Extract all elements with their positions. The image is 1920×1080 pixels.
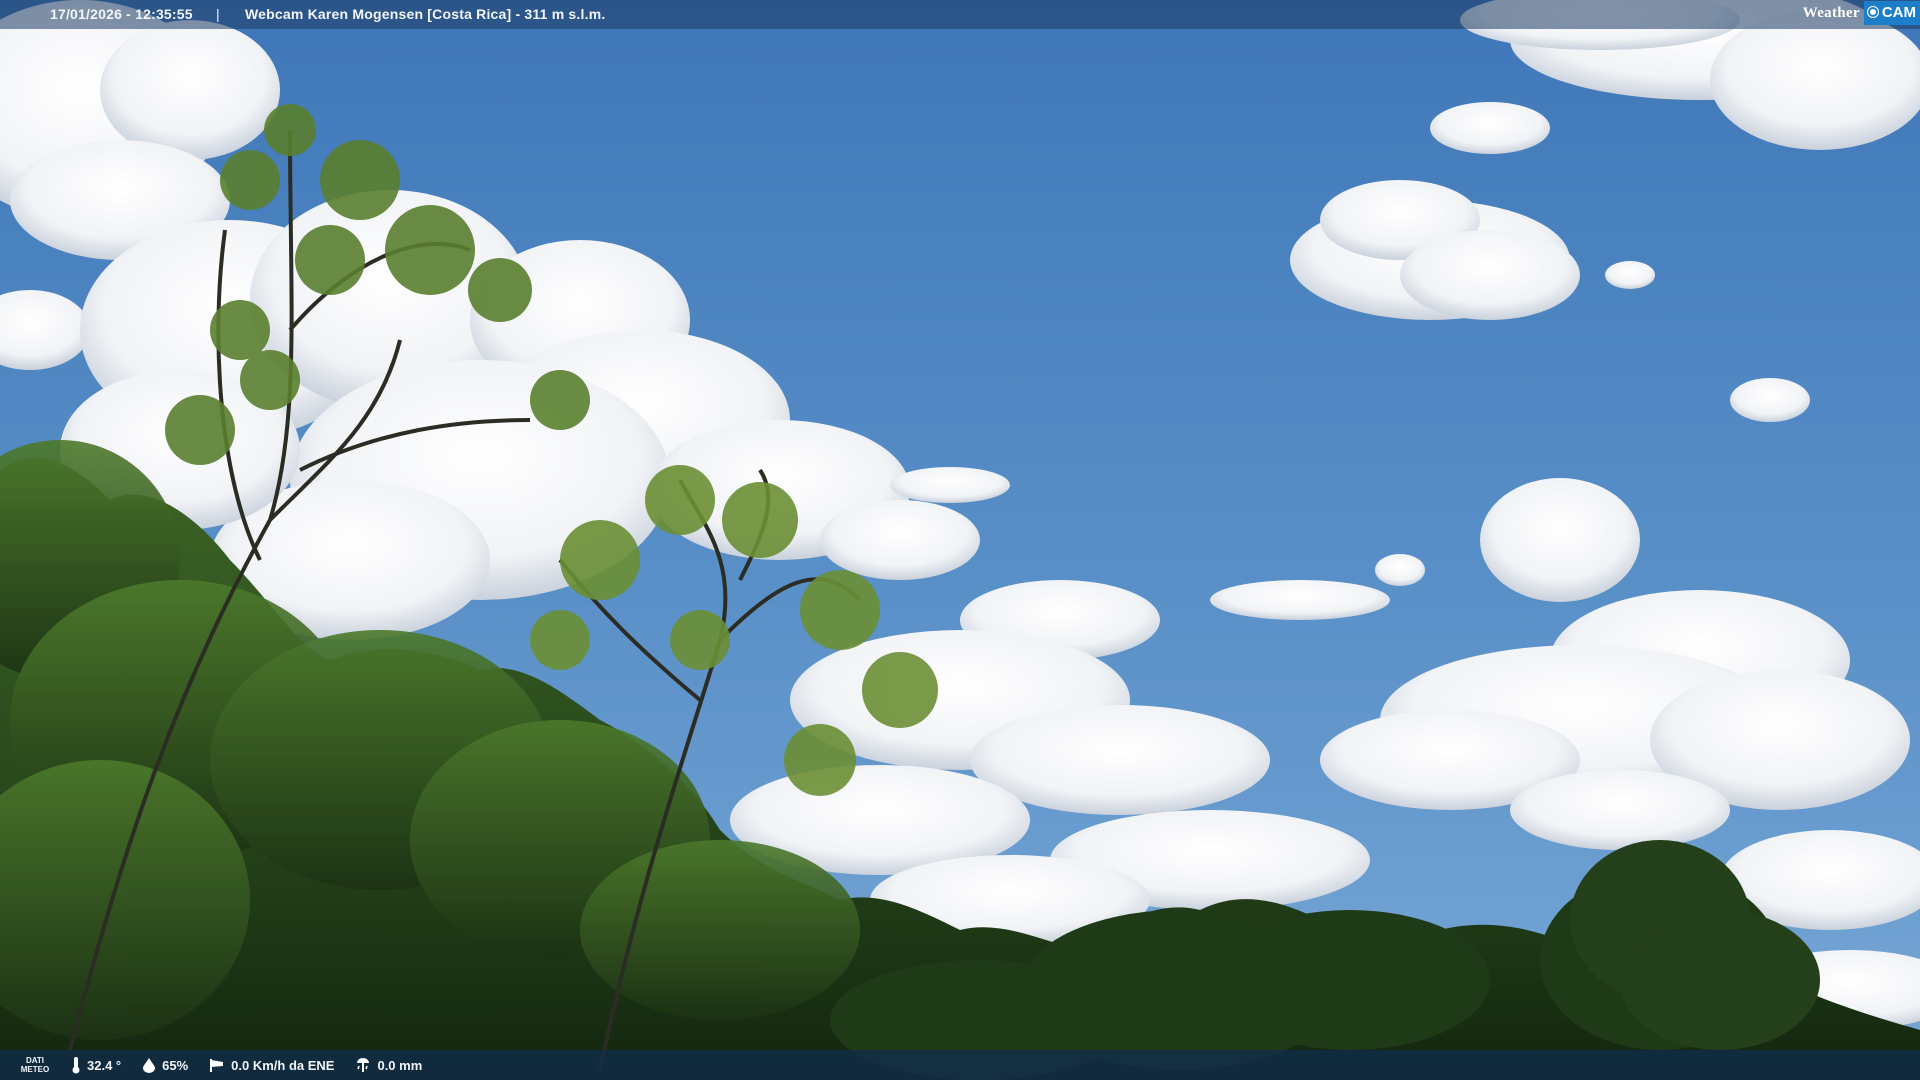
meteo-label-line2: METEO xyxy=(20,1065,50,1074)
meteo-label-line1: DATI xyxy=(25,1056,45,1065)
separator: | xyxy=(216,6,220,22)
humidity-readout: 65% xyxy=(141,1057,188,1073)
wind-value: 0.0 Km/h da ENE xyxy=(231,1057,335,1073)
rain-gauge-icon xyxy=(357,1058,370,1072)
wind-readout: 0.0 Km/h da ENE xyxy=(208,1057,334,1073)
brand-cam-badge: CAM xyxy=(1863,1,1920,25)
humidity-value: 65% xyxy=(162,1057,189,1073)
rain-readout: 0.0 mm xyxy=(354,1057,422,1073)
brand-weather-text: Weather xyxy=(1802,4,1860,21)
camera-lens-icon xyxy=(1867,7,1878,17)
webcam-scene xyxy=(0,0,1920,1080)
water-drop-icon xyxy=(143,1058,156,1073)
thermometer-icon xyxy=(72,1057,80,1074)
webcam-info-bar: 17/01/2026 - 12:35:55 | Webcam Karen Mog… xyxy=(0,0,1920,29)
meteo-label: DATI METEO xyxy=(0,1056,70,1074)
camera-title: Webcam Karen Mogensen [Costa Rica] - 311… xyxy=(245,6,606,22)
cloud-upper-right xyxy=(1290,102,1810,422)
timestamp: 17/01/2026 - 12:35:55 xyxy=(50,6,193,22)
webcam-frame: 17/01/2026 - 12:35:55 | Webcam Karen Mog… xyxy=(0,0,1920,1080)
meteo-bar: DATI METEO 32.4 ° 65% 0.0 Km/h da ENE 0.… xyxy=(0,1050,1920,1080)
temperature-readout: 32.4 ° xyxy=(70,1056,121,1074)
wind-sock-icon xyxy=(210,1059,224,1072)
brand-cam-text: CAM xyxy=(1881,4,1916,21)
rain-value: 0.0 mm xyxy=(377,1057,423,1073)
temperature-value: 32.4 ° xyxy=(87,1057,122,1073)
weathercam-logo: Weather CAM xyxy=(1799,0,1920,26)
